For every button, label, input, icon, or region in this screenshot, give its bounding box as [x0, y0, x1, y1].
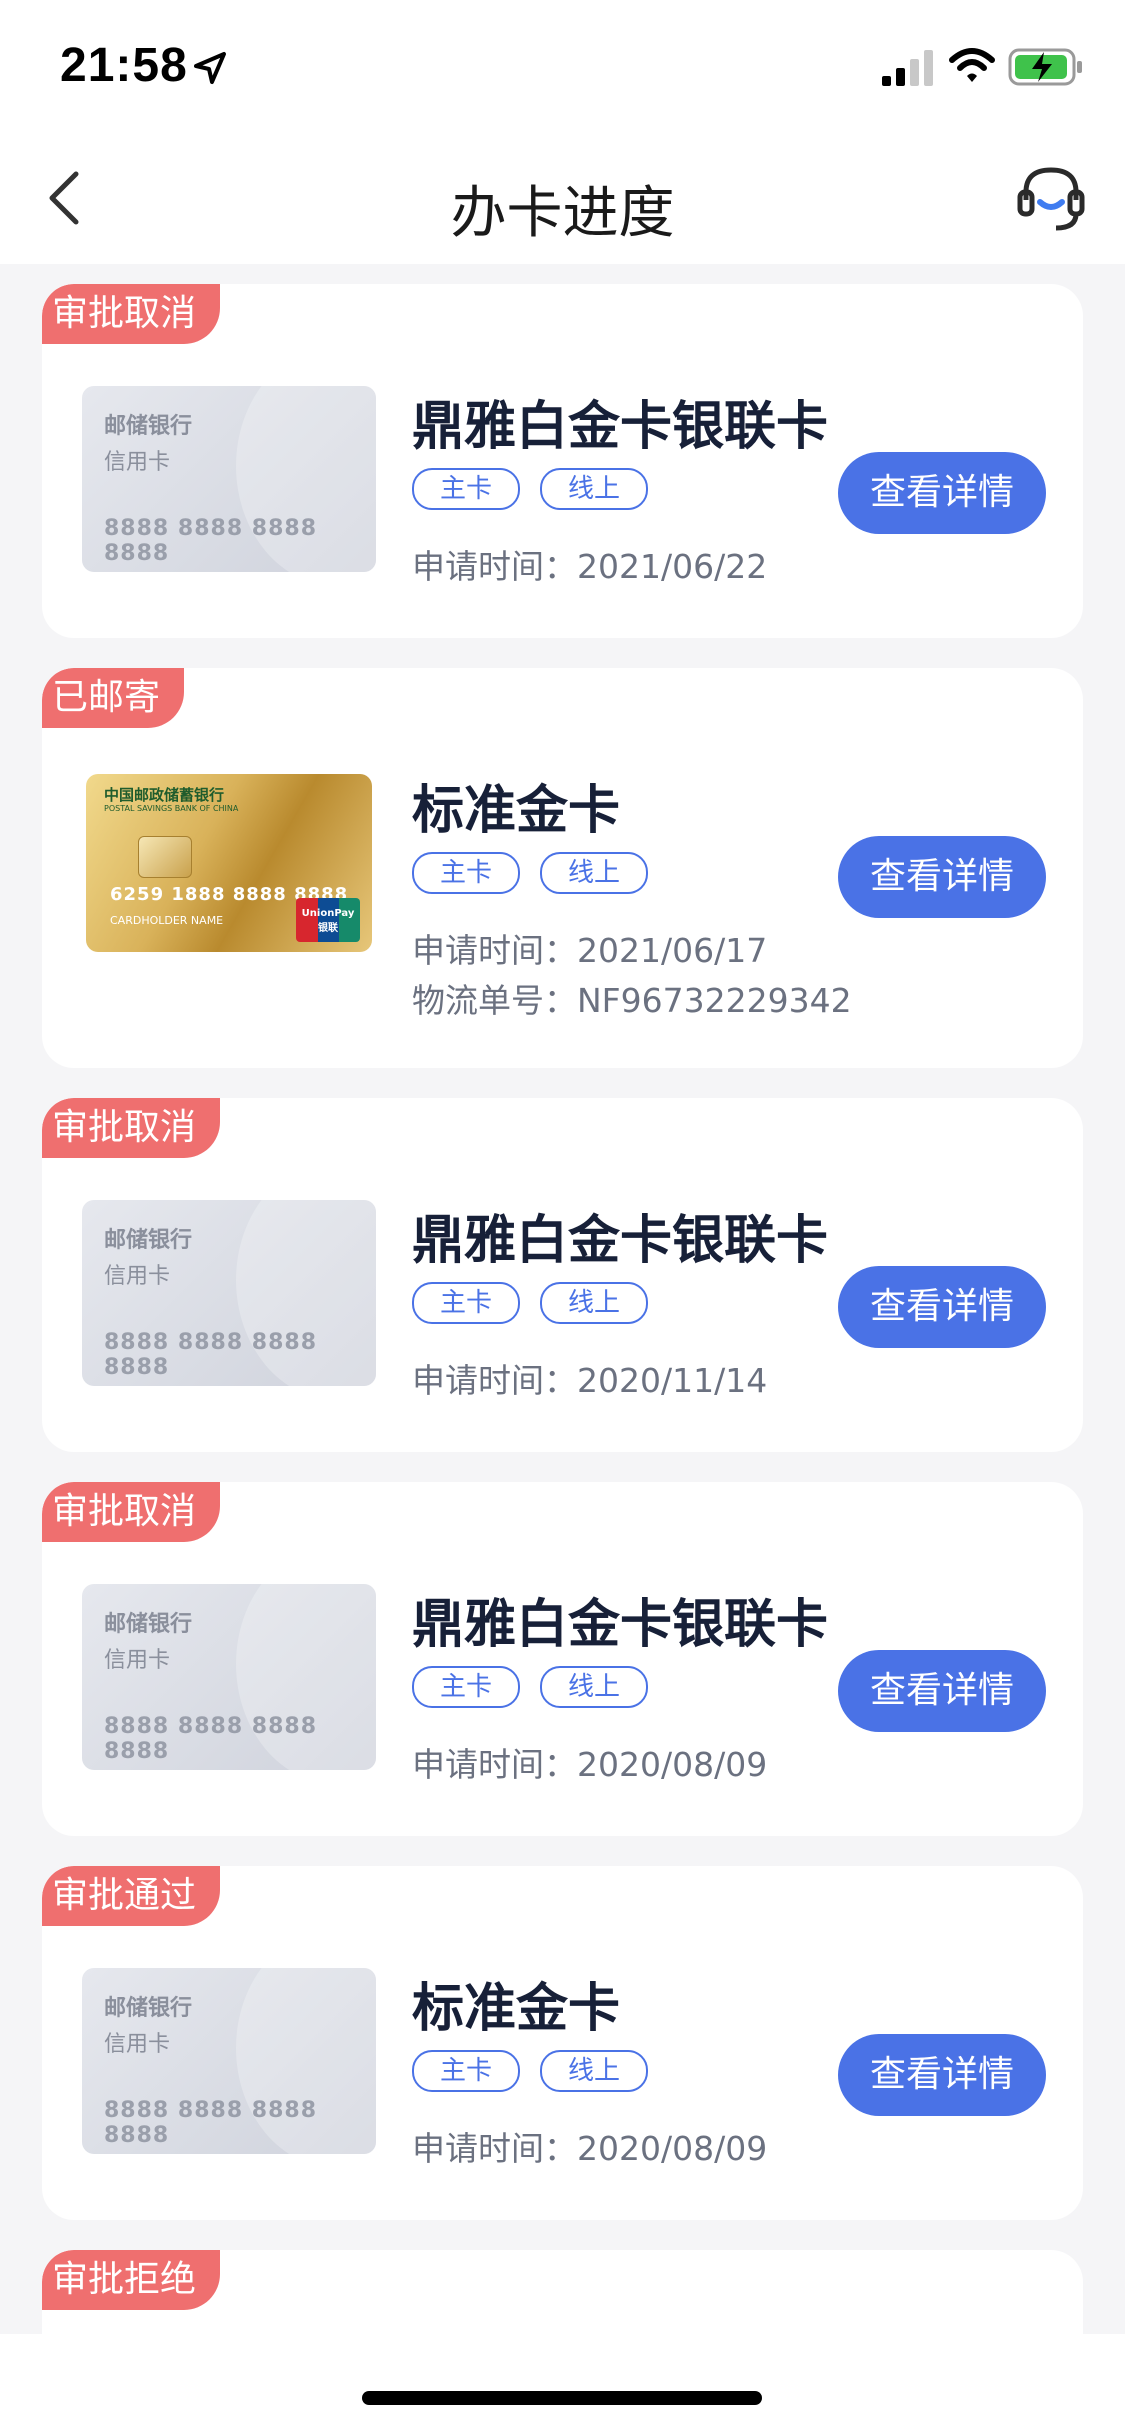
home-indicator[interactable] [362, 2391, 762, 2405]
tag-online: 线上 [540, 1282, 648, 1324]
apply-time: 申请时间：2021/06/22 [412, 540, 767, 588]
logistics-label: 物流单号： [412, 981, 577, 1020]
battery-charging-icon [1008, 48, 1082, 86]
apply-time: 申请时间：2020/11/14 [412, 1354, 767, 1402]
application-card: 审批取消 邮储银行 信用卡 8888 8888 8888 8888 鼎雅白金卡银… [42, 284, 1083, 638]
card-thumbnail: 邮储银行 信用卡 8888 8888 8888 8888 [82, 1968, 376, 2154]
card-product-name: 标准金卡 [412, 781, 621, 841]
unionpay-logo-icon: UnionPay 银联 [296, 898, 360, 942]
thumbnail-bank-name: 邮储银行 [104, 414, 193, 439]
status-time: 21:58 [60, 39, 188, 92]
thumbnail-card-type: 信用卡 [104, 1648, 171, 1673]
application-progress-list[interactable]: 审批取消 邮储银行 信用卡 8888 8888 8888 8888 鼎雅白金卡银… [0, 264, 1125, 2334]
card-product-name: 鼎雅白金卡银联卡 [412, 1595, 829, 1655]
thumbnail-card-type: 信用卡 [104, 1264, 171, 1289]
tag-primary-card: 主卡 [412, 2050, 520, 2092]
thumbnail-bank-name: 邮储银行 [104, 1612, 193, 1637]
tag-online: 线上 [540, 468, 648, 510]
status-bar: 21:58 [0, 0, 1125, 132]
status-tag: 审批通过 [42, 1866, 221, 1926]
view-details-button[interactable]: 查看详情 [838, 452, 1046, 534]
application-card: 审批取消 邮储银行 信用卡 8888 8888 8888 8888 鼎雅白金卡银… [42, 1098, 1083, 1452]
thumbnail-card-type: 信用卡 [104, 450, 171, 475]
tag-primary-card: 主卡 [412, 1666, 520, 1708]
thumbnail-holder-name: CARDHOLDER NAME [110, 914, 224, 927]
card-thumbnail-gold: 中国邮政储蓄银行 POSTAL SAVINGS BANK OF CHINA 62… [86, 774, 372, 952]
thumbnail-card-number: 8888 8888 8888 8888 [104, 2098, 318, 2148]
apply-time-label: 申请时间： [412, 2129, 577, 2168]
navigation-bar: 办卡进度 [0, 132, 1125, 264]
thumbnail-card-number: 8888 8888 8888 8888 [104, 1330, 318, 1380]
card-thumbnail: 邮储银行 信用卡 8888 8888 8888 8888 [82, 1584, 376, 1770]
tag-online: 线上 [540, 852, 648, 894]
apply-time-value: 2020/08/09 [577, 1745, 768, 1784]
status-tag: 审批取消 [42, 284, 221, 344]
wifi-icon [949, 48, 995, 82]
card-product-name: 鼎雅白金卡银联卡 [412, 397, 829, 457]
thumbnail-bank-name: 邮储银行 [104, 1228, 193, 1253]
apply-time: 申请时间：2020/08/09 [412, 1738, 767, 1786]
thumbnail-card-type: 信用卡 [104, 2032, 171, 2057]
apply-time-value: 2020/08/09 [577, 2129, 768, 2168]
thumbnail-bank-name: 邮储银行 [104, 1996, 193, 2021]
apply-time-value: 2020/11/14 [577, 1361, 768, 1400]
apply-time-label: 申请时间： [412, 1745, 577, 1784]
thumbnail-card-number: 8888 8888 8888 8888 [104, 1714, 318, 1764]
customer-service-headset-icon[interactable] [1016, 162, 1086, 234]
tag-primary-card: 主卡 [412, 1282, 520, 1324]
application-card: 审批通过 邮储银行 信用卡 8888 8888 8888 8888 标准金卡 主… [42, 1866, 1083, 2220]
apply-time: 申请时间：2021/06/17 [412, 924, 767, 972]
status-tag: 审批拒绝 [42, 2250, 221, 2310]
tag-online: 线上 [540, 2050, 648, 2092]
apply-time-label: 申请时间： [412, 931, 577, 970]
thumbnail-bank-name: 中国邮政储蓄银行 [104, 786, 225, 804]
status-tag: 审批取消 [42, 1482, 221, 1542]
page-title: 办卡进度 [450, 181, 675, 246]
logistics-value: NF96732229342 [577, 981, 852, 1020]
tag-online: 线上 [540, 1666, 648, 1708]
view-details-button[interactable]: 查看详情 [838, 836, 1046, 918]
location-arrow-icon [194, 52, 226, 84]
tag-primary-card: 主卡 [412, 852, 520, 894]
view-details-button[interactable]: 查看详情 [838, 1266, 1046, 1348]
apply-time-value: 2021/06/17 [577, 931, 768, 970]
card-product-name: 鼎雅白金卡银联卡 [412, 1211, 829, 1271]
view-details-button[interactable]: 查看详情 [838, 1650, 1046, 1732]
apply-time-label: 申请时间： [412, 1361, 577, 1400]
home-indicator-area [0, 2334, 1125, 2436]
thumbnail-bank-name-en: POSTAL SAVINGS BANK OF CHINA [104, 804, 239, 813]
thumbnail-card-number: 8888 8888 8888 8888 [104, 516, 318, 566]
apply-time-label: 申请时间： [412, 547, 577, 586]
card-thumbnail: 邮储银行 信用卡 8888 8888 8888 8888 [82, 386, 376, 572]
card-product-name: 标准金卡 [412, 1979, 621, 2039]
card-thumbnail: 邮储银行 信用卡 8888 8888 8888 8888 [82, 1200, 376, 1386]
card-chip-icon [138, 836, 192, 878]
application-card: 审批取消 邮储银行 信用卡 8888 8888 8888 8888 鼎雅白金卡银… [42, 1482, 1083, 1836]
apply-time: 申请时间：2020/08/09 [412, 2122, 767, 2170]
cellular-signal-icon [882, 50, 933, 86]
application-card: 已邮寄 中国邮政储蓄银行 POSTAL SAVINGS BANK OF CHIN… [42, 668, 1083, 1068]
logistics-number: 物流单号：NF96732229342 [412, 974, 852, 1022]
application-card: 审批拒绝 [42, 2250, 1083, 2334]
apply-time-value: 2021/06/22 [577, 547, 768, 586]
status-tag: 审批取消 [42, 1098, 221, 1158]
status-tag: 已邮寄 [42, 668, 185, 728]
tag-primary-card: 主卡 [412, 468, 520, 510]
view-details-button[interactable]: 查看详情 [838, 2034, 1046, 2116]
